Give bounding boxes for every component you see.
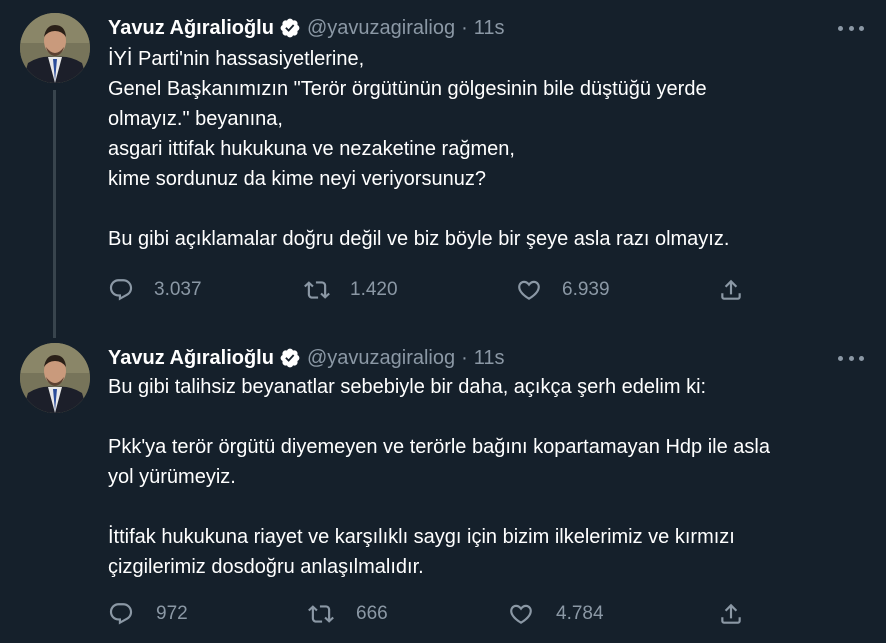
reply-button[interactable]: 972 [108,599,188,629]
more-horizontal-icon [838,355,843,361]
verified-badge-icon [279,347,301,369]
avatar[interactable] [20,13,90,83]
retweet-icon [304,281,330,299]
avatar[interactable] [20,343,90,413]
reply-icon [109,603,133,625]
tweet-text-line: çizgilerimiz dosdoğru anlaşılmalıdır. [108,556,424,578]
thread-line [53,90,56,338]
tweet-text: İYİ Parti'nin hassasiyetlerine, Genel Ba… [108,44,868,254]
retweet-button[interactable]: 666 [308,599,388,629]
timestamp[interactable]: 11s [474,17,505,40]
tweet-text-line: Genel Başkanımızın "Terör örgütünün gölg… [108,78,707,100]
tweet-text-line: kime sordunuz da kime neyi veriyorsunuz? [108,168,486,190]
more-options-button[interactable] [838,348,864,368]
heart-icon [518,280,540,300]
tweet-header: Yavuz Ağıralioğlu @yavuzagiraliog · 11s [108,344,505,372]
like-button[interactable]: 4.784 [508,599,604,629]
tweet-text-line: Pkk'ya terör örgütü diyemeyen ve terörle… [108,436,770,458]
separator-dot: · [461,16,468,39]
tweet-text-line: Bu gibi açıklamalar doğru değil ve biz b… [108,228,730,250]
share-icon [721,603,741,624]
verified-badge-icon [279,17,301,39]
tweet-actions: 3.037 1.420 6.939 [108,275,758,305]
retweet-icon [308,605,334,623]
retweet-count: 1.420 [350,279,398,300]
tweet-text-line: İttifak hukukuna riayet ve karşılıklı sa… [108,526,735,548]
tweet-text-line: asgari ittifak hukukuna ve nezaketine ra… [108,138,515,160]
reply-button[interactable]: 3.037 [108,275,202,305]
tweet-header: Yavuz Ağıralioğlu @yavuzagiraliog · 11s [108,14,505,42]
tweet-text-line: İYİ Parti'nin hassasiyetlerine, [108,48,365,70]
heart-icon [510,604,532,624]
profile-photo-icon [20,343,90,413]
author-handle[interactable]: @yavuzagiraliog [307,347,455,370]
reply-icon [109,279,133,301]
timestamp[interactable]: 11s [474,347,505,370]
tweet-text-line: Bu gibi talihsiz beyanatlar sebebiyle bi… [108,376,707,398]
share-button[interactable] [718,275,744,305]
tweet-actions: 972 666 4.784 [108,599,758,629]
reply-count: 3.037 [154,279,202,300]
tweet-text: Bu gibi talihsiz beyanatlar sebebiyle bi… [108,372,868,582]
retweet-button[interactable]: 1.420 [304,275,398,305]
like-button[interactable]: 6.939 [516,275,610,305]
tweet-text-line: yol yürümeyiz. [108,466,236,488]
tweet-text-line: olmayız." beyanına, [108,108,283,130]
display-name[interactable]: Yavuz Ağıralioğlu [108,17,274,40]
more-horizontal-icon [838,25,843,31]
reply-count: 972 [156,603,188,624]
more-options-button[interactable] [838,18,864,38]
share-icon [721,279,741,300]
author-handle[interactable]: @yavuzagiraliog [307,17,455,40]
retweet-count: 666 [356,603,388,624]
tweet-1[interactable]: Yavuz Ağıralioğlu @yavuzagiraliog · 11s … [0,0,886,338]
profile-photo-icon [20,13,90,83]
separator-dot: · [461,346,468,369]
share-button[interactable] [718,599,744,629]
display-name[interactable]: Yavuz Ağıralioğlu [108,347,274,370]
like-count: 6.939 [562,279,610,300]
tweet-2[interactable]: Yavuz Ağıralioğlu @yavuzagiraliog · 11s … [0,330,886,643]
like-count: 4.784 [556,603,604,624]
